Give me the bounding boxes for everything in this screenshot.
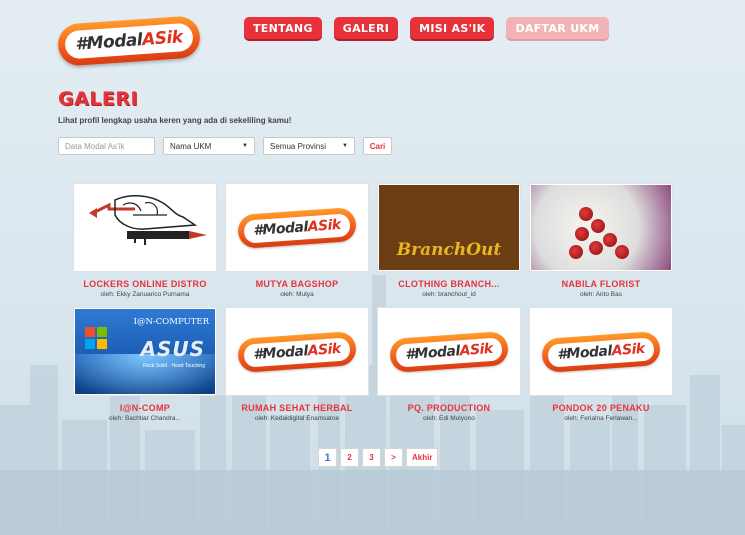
province-select[interactable]: Semua Provinsi ▼ <box>263 137 355 155</box>
rose-icon <box>615 245 629 259</box>
lockers-drawing-image <box>75 185 215 270</box>
rose-icon <box>579 207 593 221</box>
modalasik-logo[interactable]: #ModalASik <box>56 15 202 67</box>
modalasik-logo-image: #ModalASik <box>540 330 662 373</box>
main-nav: TENTANG GALERI MISI AS'IK DAFTAR UKM <box>244 17 609 39</box>
chevron-down-icon: ▼ <box>242 143 248 149</box>
gallery-item-name[interactable]: PONDOK 20 PENAKU <box>529 403 673 413</box>
gallery-item-name[interactable]: MUTYA BAGSHOP <box>225 279 369 289</box>
gallery-thumbnail[interactable]: #ModalASik <box>529 307 673 396</box>
gallery-item-owner: oleh: branchout_id <box>422 291 476 298</box>
gallery-card[interactable]: #ModalASik RUMAH SEHAT HERBAL oleh: Keda… <box>225 307 369 422</box>
branchout-logo-text: BranchOut <box>396 240 502 260</box>
gallery-item-name[interactable]: CLOTHING BRANCH... <box>377 279 521 289</box>
gallery-thumbnail[interactable] <box>73 183 217 272</box>
nav-galeri[interactable]: GALERI <box>333 17 399 39</box>
modalasik-logo-image: #ModalASik <box>236 330 358 373</box>
last-page-button[interactable]: Akhir <box>406 448 439 467</box>
gallery-card[interactable]: LOCKERS ONLINE DISTRO oleh: Ekky Zanuari… <box>73 183 217 298</box>
asus-banner-image: I@N-COMPUTER ASUS Rock Solid · Heart Tou… <box>75 309 215 394</box>
page-link-1[interactable]: 1 <box>318 448 337 467</box>
gallery-card[interactable]: #ModalASik MUTYA BAGSHOP oleh: Mutya <box>225 183 369 298</box>
chevron-down-icon: ▼ <box>342 143 348 149</box>
gallery-item-name[interactable]: PQ. PRODUCTION <box>377 403 521 413</box>
province-select-value: Semua Provinsi <box>270 141 327 151</box>
gallery-item-owner: oleh: Anto Bas <box>580 291 622 298</box>
gallery-item-name[interactable]: LOCKERS ONLINE DISTRO <box>73 279 217 289</box>
search-input[interactable]: Data Modal As'ik <box>58 137 155 155</box>
rose-icon <box>569 245 583 259</box>
logo-prefix-text: #Modal <box>74 30 143 55</box>
gallery-thumbnail[interactable]: I@N-COMPUTER ASUS Rock Solid · Heart Tou… <box>73 307 217 396</box>
windows-logo-icon <box>85 327 107 349</box>
asus-banner-shop-name: I@N-COMPUTER <box>133 317 209 327</box>
gallery-item-owner: oleh: Ekky Zanuarico Purnama <box>100 291 190 298</box>
rose-icon <box>589 241 603 255</box>
pagination: 1 2 3 > Akhir <box>318 448 439 467</box>
gallery-card[interactable]: #ModalASik PQ. PRODUCTION oleh: Edi Muly… <box>377 307 521 422</box>
category-select-value: Nama UKM <box>170 141 212 151</box>
gallery-item-name[interactable]: I@N-COMP <box>73 403 217 413</box>
modalasik-logo-image: #ModalASik <box>236 206 358 249</box>
gallery-thumbnail[interactable] <box>529 183 673 272</box>
gallery-item-owner: oleh: Mutya <box>280 291 314 298</box>
gallery-item-owner: oleh: Bachtiar Chandra... <box>109 415 181 422</box>
search-button[interactable]: Cari <box>363 137 392 155</box>
rose-bouquet-image <box>531 185 671 270</box>
category-select[interactable]: Nama UKM ▼ <box>163 137 255 155</box>
gallery-card[interactable]: I@N-COMPUTER ASUS Rock Solid · Heart Tou… <box>73 307 217 422</box>
page-link-2[interactable]: 2 <box>340 448 359 467</box>
logo-accent-text: ASik <box>141 27 184 51</box>
gallery-card[interactable]: #ModalASik PONDOK 20 PENAKU oleh: Ferial… <box>529 307 673 422</box>
gallery-item-name[interactable]: RUMAH SEHAT HERBAL <box>225 403 369 413</box>
rose-icon <box>591 219 605 233</box>
asus-slogan-text: Rock Solid · Heart Touching <box>143 363 205 369</box>
modalasik-logo-image: #ModalASik <box>388 330 510 373</box>
nav-misi-asik[interactable]: MISI AS'IK <box>410 17 495 39</box>
page-link-3[interactable]: 3 <box>362 448 381 467</box>
gallery-item-owner: oleh: Ferialna Ferlawan... <box>564 415 638 422</box>
page-subtitle: Lihat profil lengkap usaha keren yang ad… <box>58 116 292 125</box>
gallery-thumbnail[interactable]: BranchOut <box>377 183 521 272</box>
nav-tentang[interactable]: TENTANG <box>244 17 322 39</box>
gallery-item-owner: oleh: Kedaidigital Enamsatoe <box>254 415 340 422</box>
gallery-card[interactable]: BranchOut CLOTHING BRANCH... oleh: branc… <box>377 183 521 298</box>
gallery-thumbnail[interactable]: #ModalASik <box>225 307 369 396</box>
nav-daftar-ukm[interactable]: DAFTAR UKM <box>506 17 609 39</box>
asus-brand-text: ASUS <box>140 337 205 361</box>
rose-icon <box>575 227 589 241</box>
rose-icon <box>603 233 617 247</box>
gallery-card[interactable]: NABILA FLORIST oleh: Anto Bas <box>529 183 673 298</box>
filter-bar: Data Modal As'ik Nama UKM ▼ Semua Provin… <box>58 137 392 155</box>
gallery-thumbnail[interactable]: #ModalASik <box>225 183 369 272</box>
gallery-item-owner: oleh: Edi Mulyono <box>423 415 475 422</box>
gallery-item-name[interactable]: NABILA FLORIST <box>529 279 673 289</box>
branchout-logo-image: BranchOut <box>379 185 519 270</box>
next-page-button[interactable]: > <box>384 448 403 467</box>
page-title: GALERI <box>58 88 139 110</box>
gallery-thumbnail[interactable]: #ModalASik <box>377 307 521 396</box>
